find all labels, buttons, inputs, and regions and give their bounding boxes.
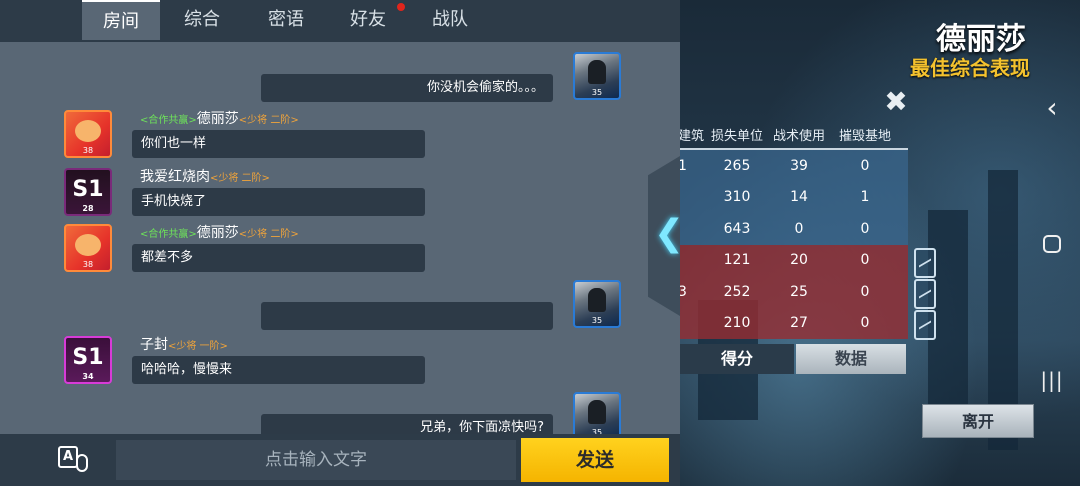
stats-row: 210 27 0 [678, 307, 908, 339]
notification-dot [397, 3, 405, 11]
player-avatar[interactable]: 35 [573, 392, 621, 434]
chat-text-input[interactable]: 点击输入文字 [116, 440, 516, 480]
stats-cell: 3 [678, 283, 687, 300]
stats-cell: 0 [860, 220, 870, 237]
avatar-badge-text: S1 [72, 345, 104, 370]
player-avatar[interactable]: 35 [573, 52, 621, 100]
message-bubble: 手机快烧了 [132, 188, 425, 216]
player-avatar[interactable]: 35 [573, 280, 621, 328]
stats-cell: 0 [860, 283, 870, 300]
voice-input-icon[interactable]: A [56, 444, 92, 480]
sender-line: <合作共赢>德丽莎<少将 二阶> [140, 110, 299, 128]
sender-name[interactable]: 德丽莎 [197, 111, 239, 127]
system-nav-bar: ‹ ||| [1024, 0, 1080, 486]
player-level: 35 [591, 88, 603, 97]
chat-tab-bar: 房间 综合 密语 好友 战队 [0, 0, 680, 42]
avatar-badge-text: S1 [72, 177, 104, 202]
stats-cell: 39 [790, 157, 808, 174]
chart-icon[interactable] [914, 279, 936, 309]
stats-cell: 0 [860, 252, 870, 269]
stats-cell: 310 [723, 189, 751, 206]
stats-row: 643 0 0 [678, 213, 908, 245]
column-header: 战术使用 [772, 128, 825, 144]
stats-cell: 0 [794, 220, 804, 237]
sender-line: <合作共赢>德丽莎<少将 二阶> [140, 224, 299, 242]
player-avatar[interactable]: 38 [64, 224, 112, 272]
stats-row: 121 20 0 [678, 244, 908, 276]
tab-room[interactable]: 房间 [82, 0, 160, 40]
stats-cell: 1 [860, 189, 870, 206]
stats-cell: 121 [723, 252, 751, 269]
player-level: 34 [82, 372, 94, 381]
chart-icon[interactable] [914, 248, 936, 278]
tab-score[interactable]: 得分 [680, 344, 794, 374]
send-button[interactable]: 发送 [521, 438, 669, 482]
chart-icon[interactable] [914, 310, 936, 340]
tab-general[interactable]: 综合 [165, 0, 239, 40]
collapse-chat-handle[interactable]: ❮ [648, 156, 680, 316]
player-level: 38 [82, 146, 94, 155]
message-bubble [261, 302, 553, 330]
player-level: 38 [82, 260, 94, 269]
player-avatar[interactable]: S1 34 [64, 336, 112, 384]
stats-cell: 20 [790, 252, 808, 269]
player-level: 28 [82, 204, 94, 213]
player-avatar[interactable]: 38 [64, 110, 112, 158]
close-icon[interactable]: ✖ [882, 88, 910, 116]
stats-row: 1 265 39 0 [678, 150, 908, 182]
stats-row: 310 14 1 [678, 181, 908, 213]
recent-apps-icon[interactable]: ||| [1024, 360, 1080, 400]
stats-cell: 0 [860, 157, 870, 174]
guild-tag: <合作共赢> [140, 229, 197, 240]
sender-rank: <少将 二阶> [210, 173, 270, 184]
home-icon[interactable] [1024, 224, 1080, 264]
player-avatar[interactable]: S1 28 [64, 168, 112, 216]
stats-row: 3 252 25 0 [678, 276, 908, 308]
tab-data[interactable]: 数据 [796, 344, 906, 374]
message-bubble: 哈哈哈，慢慢来 [132, 356, 425, 384]
tab-whisper[interactable]: 密语 [249, 0, 323, 40]
tab-team[interactable]: 战队 [413, 0, 487, 40]
player-level: 35 [591, 316, 603, 325]
sender-rank: <少将 一阶> [168, 341, 228, 352]
leave-button[interactable]: 离开 [922, 404, 1034, 438]
stats-table: 建筑 损失单位 战术使用 摧毁基地 1 265 39 0 310 14 1 643 0 0 121 2… [678, 120, 908, 339]
message-bubble: 你们也一样 [132, 130, 425, 158]
voice-input-glyph: A [58, 446, 78, 468]
message-bubble: 你没机会偷家的。。。 [261, 74, 553, 102]
sender-name[interactable]: 德丽莎 [197, 225, 239, 241]
microphone-icon [76, 454, 88, 472]
stats-cell: 210 [723, 315, 751, 332]
guild-tag: <合作共赢> [140, 115, 197, 126]
stats-cell: 252 [723, 283, 751, 300]
chat-panel: 房间 综合 密语 好友 战队 35<同饮醉>最多玩一天<少将 三阶>你没机会偷家… [0, 0, 680, 486]
sender-rank: <少将 二阶> [238, 229, 299, 240]
column-header: 摧毁基地 [838, 128, 891, 144]
chevron-left-icon: ❮ [654, 213, 685, 254]
stats-cell: 1 [678, 157, 687, 174]
sender-line: 子封<少将 一阶> [140, 336, 228, 354]
stats-cell: 0 [860, 315, 870, 332]
message-list[interactable]: 35<同饮醉>最多玩一天<少将 三阶>你没机会偷家的。。。38<合作共赢>德丽莎… [0, 42, 680, 434]
stats-cell: 14 [790, 189, 808, 206]
back-icon[interactable]: ‹ [1024, 88, 1080, 128]
stats-cell: 25 [790, 283, 808, 300]
sender-line: 我爱红烧肉<少将 二阶> [140, 168, 270, 186]
stats-cell: 643 [723, 220, 751, 237]
tab-friends[interactable]: 好友 [331, 0, 405, 40]
stats-cell: 27 [790, 315, 808, 332]
sender-name[interactable]: 我爱红烧肉 [140, 169, 210, 185]
stats-table-header: 建筑 损失单位 战术使用 摧毁基地 [678, 120, 908, 150]
column-header: 损失单位 [710, 128, 763, 144]
sender-rank: <少将 二阶> [238, 115, 299, 126]
message-bubble: 都差不多 [132, 244, 425, 272]
stats-cell: 265 [723, 157, 751, 174]
sender-name[interactable]: 子封 [140, 337, 168, 353]
best-player-title: 最佳综合表现 [910, 56, 1030, 80]
column-header: 建筑 [678, 128, 705, 144]
message-bubble: 兄弟，你下面凉快吗? [261, 414, 553, 434]
input-bar: A 点击输入文字 发送 [0, 434, 680, 486]
